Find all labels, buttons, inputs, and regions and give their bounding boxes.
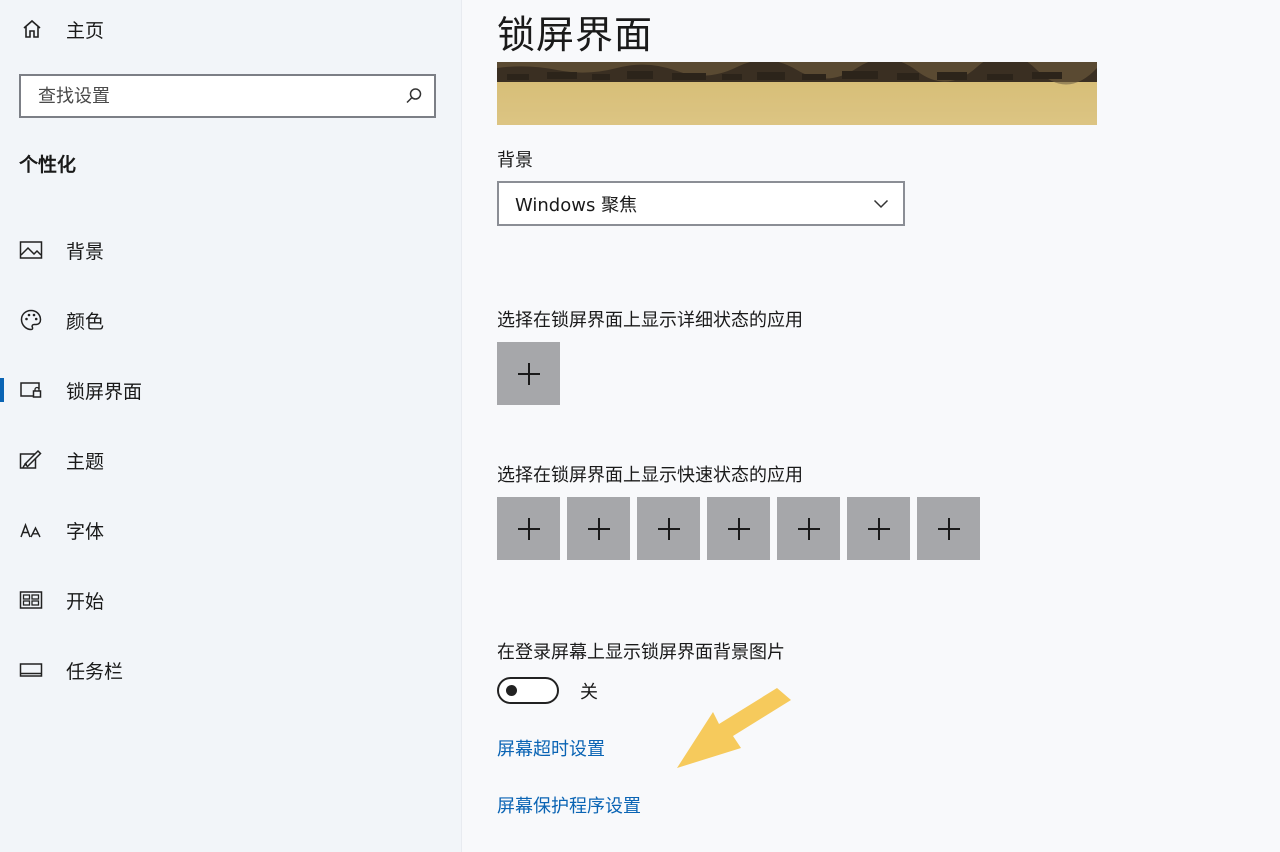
signin-background-toggle-row: 关: [497, 677, 598, 704]
home-nav-item[interactable]: 主页: [18, 14, 104, 44]
theme-brush-icon: [18, 447, 44, 473]
sidebar-item-label: 任务栏: [66, 660, 124, 683]
toggle-state-text: 关: [580, 681, 598, 703]
screensaver-settings-link[interactable]: 屏幕保护程序设置: [497, 792, 641, 818]
sidebar-item-themes[interactable]: 主题: [0, 438, 461, 482]
section-title: 个性化: [19, 154, 77, 176]
plus-icon: [587, 517, 610, 540]
plus-icon: [867, 517, 890, 540]
screen-timeout-settings-link[interactable]: 屏幕超时设置: [497, 735, 605, 761]
toggle-knob: [506, 685, 517, 696]
page-title: 锁屏界面: [497, 13, 654, 57]
quick-status-add-button-7[interactable]: [917, 497, 980, 560]
sidebar-item-background[interactable]: 背景: [0, 228, 461, 272]
signin-background-toggle[interactable]: [497, 677, 559, 704]
sidebar-item-fonts[interactable]: 字体: [0, 508, 461, 552]
sidebar-item-start[interactable]: 开始: [0, 578, 461, 622]
quick-status-add-button-4[interactable]: [707, 497, 770, 560]
plus-icon: [517, 362, 540, 385]
sidebar-item-label: 主题: [66, 450, 105, 473]
start-grid-icon: [18, 587, 44, 613]
quick-status-add-button-1[interactable]: [497, 497, 560, 560]
lock-screen-icon: [18, 377, 44, 403]
quick-status-add-button-6[interactable]: [847, 497, 910, 560]
plus-icon: [727, 517, 750, 540]
quick-status-add-button-5[interactable]: [777, 497, 840, 560]
search-icon[interactable]: [394, 86, 434, 106]
chevron-down-icon: [859, 199, 903, 209]
plus-icon: [937, 517, 960, 540]
plus-icon: [657, 517, 680, 540]
home-icon: [18, 15, 46, 43]
search-box: [19, 74, 436, 118]
home-label: 主页: [66, 19, 105, 42]
palette-icon: [18, 307, 44, 333]
settings-content: 锁屏界面 背景 Windows 聚焦 选择在锁屏界面上显示详细状态的应用 选择在…: [461, 0, 1280, 852]
annotation-arrow-icon: [677, 688, 791, 768]
sidebar-item-label: 锁屏界面: [66, 380, 143, 403]
taskbar-icon: [18, 657, 44, 683]
signin-background-label: 在登录屏幕上显示锁屏界面背景图片: [497, 642, 785, 663]
background-dropdown[interactable]: Windows 聚焦: [497, 181, 905, 226]
quick-status-label: 选择在锁屏界面上显示快速状态的应用: [497, 465, 803, 486]
quick-status-add-button-3[interactable]: [637, 497, 700, 560]
sidebar-item-label: 颜色: [66, 310, 105, 333]
picture-icon: [18, 237, 44, 263]
lock-screen-preview-image: [497, 62, 1097, 125]
background-label: 背景: [497, 150, 533, 171]
settings-sidebar: 主页 个性化 背景 颜色 锁屏界面 主题 字体: [0, 0, 462, 852]
plus-icon: [517, 517, 540, 540]
sidebar-item-lock-screen[interactable]: 锁屏界面: [0, 368, 461, 412]
selection-indicator: [0, 378, 4, 402]
sidebar-item-colors[interactable]: 颜色: [0, 298, 461, 342]
sidebar-item-taskbar[interactable]: 任务栏: [0, 648, 461, 692]
detailed-status-label: 选择在锁屏界面上显示详细状态的应用: [497, 310, 803, 331]
detailed-status-add-button[interactable]: [497, 342, 560, 405]
sidebar-item-label: 开始: [66, 590, 105, 613]
plus-icon: [797, 517, 820, 540]
background-dropdown-value: Windows 聚焦: [515, 194, 638, 216]
quick-status-add-button-2[interactable]: [567, 497, 630, 560]
sidebar-item-label: 字体: [66, 520, 105, 543]
font-icon: [18, 517, 44, 543]
sidebar-item-label: 背景: [66, 240, 105, 263]
search-input[interactable]: [21, 76, 394, 116]
